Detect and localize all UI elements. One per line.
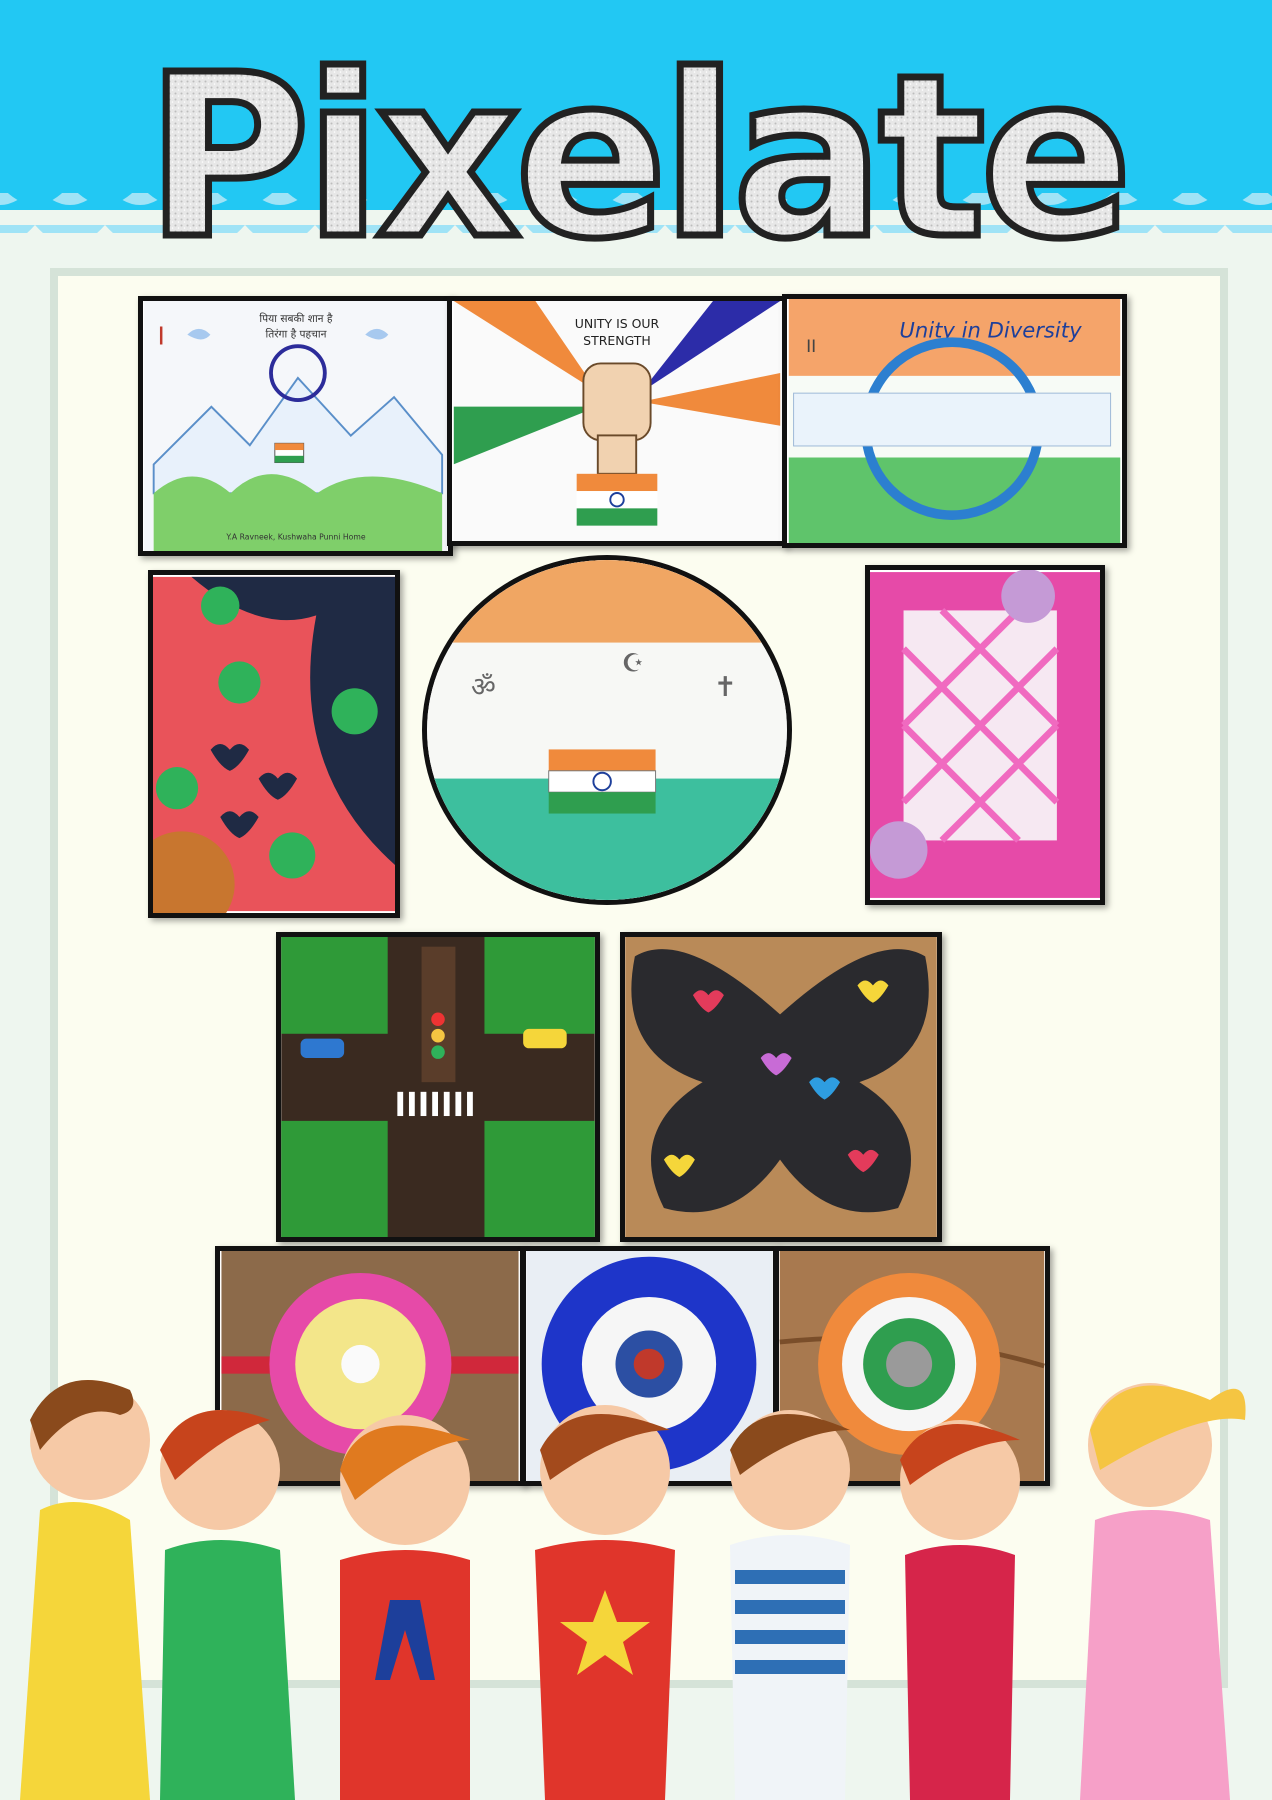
unity-caption-line1: UNITY IS OUR xyxy=(575,316,660,331)
diversity-numeral: II xyxy=(806,337,816,357)
butterfly-craft xyxy=(625,937,937,1237)
drawing-caption-line1: पिया सबकी शान है xyxy=(259,312,332,325)
page-title-text: Pixelate xyxy=(146,27,1127,270)
drawing-numeral: I xyxy=(158,321,165,350)
artwork-craft-traffic-model xyxy=(276,932,600,1242)
artwork-drawing-unity-diversity: II Unity in Diversity xyxy=(782,294,1127,548)
traffic-model-craft xyxy=(281,937,595,1237)
circle-drawing: ॐ ☪ ✝ xyxy=(427,560,787,900)
symbol-crescent: ☪ xyxy=(622,649,645,678)
symbol-om: ॐ xyxy=(471,672,496,703)
lattice-card-craft xyxy=(870,570,1100,898)
cartoon-kids-illustration xyxy=(20,1380,1246,1800)
drawing-signature: Y.A Ravneek, Kushwaha Punni Home xyxy=(225,532,365,541)
artwork-drawing-unity-strength: UNITY IS OUR STRENGTH xyxy=(447,296,787,546)
unity-strength-drawing: UNITY IS OUR STRENGTH xyxy=(453,301,781,541)
artwork-drawing-circle: ॐ ☪ ✝ xyxy=(422,555,792,905)
unity-diversity-drawing: II Unity in Diversity xyxy=(788,299,1121,543)
drawing-caption-line2: तिरंगा है पहचान xyxy=(265,328,327,341)
artwork-craft-lattice-card xyxy=(865,565,1105,905)
artwork-drawing-mountains: I पिया सबकी शान है तिरंगा है पहचान Y.A R… xyxy=(138,296,453,556)
unity-caption-line2: STRENGTH xyxy=(583,333,651,348)
symbol-cross: ✝ xyxy=(714,672,737,703)
diversity-caption: Unity in Diversity xyxy=(899,317,1082,342)
artwork-craft-butterfly xyxy=(620,932,942,1242)
hearts-craft xyxy=(153,576,395,913)
mountains-drawing: I पिया सबकी शान है तिरंगा है पहचान Y.A R… xyxy=(144,301,447,551)
page-title: Pixelate xyxy=(142,24,1136,271)
artwork-craft-hearts xyxy=(148,570,400,918)
